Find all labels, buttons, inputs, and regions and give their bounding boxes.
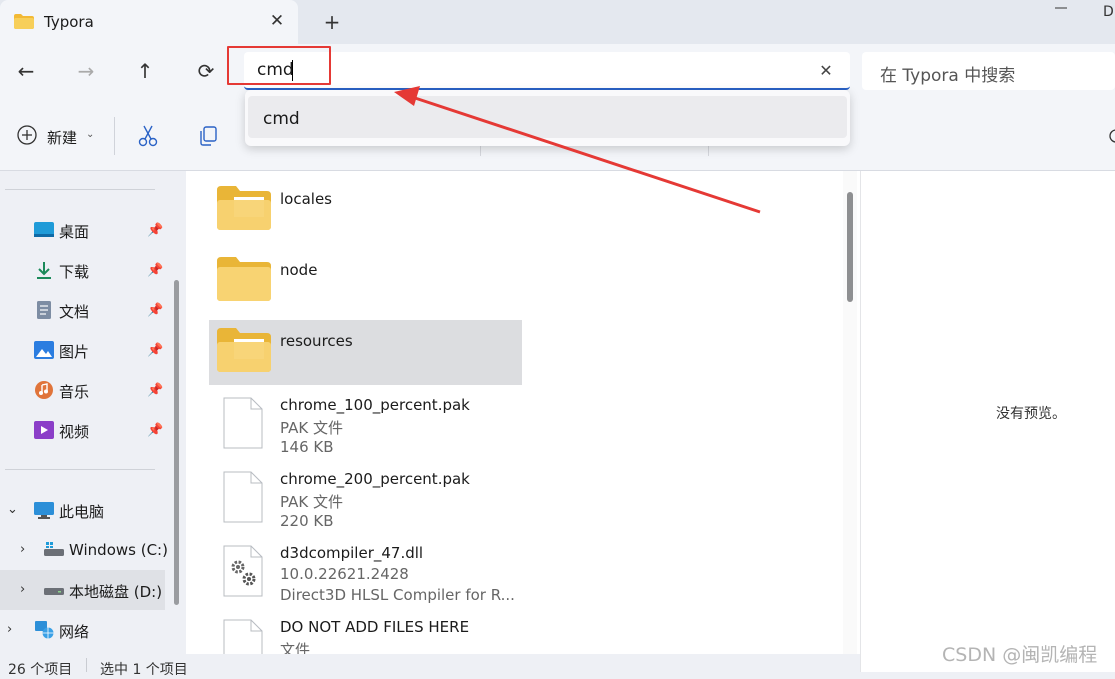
file-name[interactable]: d3dcompiler_47.dll — [280, 544, 423, 562]
watermark-text: CSDN @闽凯编程 — [942, 644, 1098, 666]
chevron-right-icon[interactable]: › — [7, 622, 12, 637]
sidebar-item-music[interactable]: 音乐 — [59, 381, 89, 402]
minimize-icon[interactable] — [1055, 0, 1095, 16]
new-button-label[interactable]: 新建 — [47, 127, 77, 148]
close-icon[interactable]: ✕ — [266, 10, 288, 32]
pin-icon[interactable]: 📌 — [147, 223, 163, 238]
file-name[interactable]: chrome_100_percent.pak — [280, 396, 470, 414]
file-description: Direct3D HLSL Compiler for R... — [280, 586, 515, 604]
file-type: PAK 文件 — [280, 493, 343, 511]
drive-c-icon — [44, 542, 64, 556]
back-arrow-icon[interactable]: ← — [8, 53, 44, 89]
annotation-highlight-box — [227, 46, 331, 85]
sidebar-item-this-pc[interactable]: 此电脑 — [59, 501, 104, 522]
file-name[interactable]: chrome_200_percent.pak — [280, 470, 470, 488]
folder-icon — [14, 14, 34, 29]
annotation-arrow — [394, 86, 761, 214]
sidebar-item-videos[interactable]: 视频 — [59, 421, 89, 442]
chevron-down-icon[interactable]: ⌄ — [7, 502, 18, 517]
chevron-right-icon[interactable]: › — [20, 582, 25, 597]
chevron-right-icon[interactable]: › — [20, 542, 25, 557]
window-control-label: D — [1103, 4, 1114, 20]
sidebar-divider — [5, 469, 155, 470]
file-size: 146 KB — [280, 438, 334, 456]
document-icon — [37, 301, 51, 319]
clear-icon[interactable]: ✕ — [816, 60, 836, 82]
settings-file-icon[interactable] — [223, 545, 263, 597]
sidebar-item-drive-c[interactable]: Windows (C:) — [69, 541, 168, 559]
file-size: 220 KB — [280, 512, 334, 530]
add-circle-icon[interactable] — [16, 124, 38, 146]
file-type: PAK 文件 — [280, 419, 343, 437]
picture-icon — [34, 341, 54, 359]
file-name[interactable]: node — [280, 261, 317, 279]
sidebar-divider — [5, 189, 155, 190]
file-name[interactable]: resources — [280, 332, 353, 350]
cut-icon[interactable] — [136, 124, 160, 148]
file-name[interactable]: locales — [280, 190, 332, 208]
plus-icon[interactable]: + — [320, 10, 344, 34]
suggestion-label[interactable]: cmd — [263, 109, 300, 129]
pin-icon[interactable]: 📌 — [147, 343, 163, 358]
toolbar-divider — [114, 117, 115, 155]
file-list-scrollbar[interactable] — [847, 192, 853, 302]
file-name[interactable]: DO NOT ADD FILES HERE — [280, 618, 469, 636]
sidebar-item-downloads[interactable]: 下载 — [59, 261, 89, 282]
sidebar-item-network[interactable]: 网络 — [59, 621, 89, 642]
file-icon[interactable] — [223, 471, 263, 523]
refresh-icon[interactable]: ⟳ — [188, 53, 224, 89]
sidebar-scrollbar[interactable] — [174, 280, 179, 605]
sidebar-item-pictures[interactable]: 图片 — [59, 341, 89, 362]
pin-icon[interactable]: 📌 — [147, 423, 163, 438]
desktop-icon — [34, 222, 54, 237]
drive-d-icon — [44, 588, 64, 595]
folder-with-files-icon[interactable] — [217, 328, 271, 372]
file-version: 10.0.22621.2428 — [280, 565, 409, 583]
sidebar-item-drive-d[interactable]: 本地磁盘 (D:) — [69, 581, 162, 602]
more-icon[interactable] — [1108, 126, 1115, 146]
preview-message: 没有预览。 — [996, 406, 1066, 422]
sidebar-item-desktop[interactable]: 桌面 — [59, 221, 89, 242]
pin-icon[interactable]: 📌 — [147, 303, 163, 318]
tab-title: Typora — [44, 13, 94, 31]
music-icon — [35, 381, 53, 399]
computer-icon — [34, 502, 54, 519]
up-arrow-icon[interactable]: ↑ — [127, 53, 163, 89]
sidebar-item-documents[interactable]: 文档 — [59, 301, 89, 322]
file-icon[interactable] — [223, 397, 263, 449]
pin-icon[interactable]: 📌 — [147, 263, 163, 278]
network-icon — [35, 621, 54, 639]
folder-icon[interactable] — [217, 257, 271, 301]
download-icon — [37, 262, 51, 279]
selected-count: 选中 1 个项目 — [100, 662, 188, 678]
folder-with-files-icon[interactable] — [217, 186, 271, 230]
pin-icon[interactable]: 📌 — [147, 383, 163, 398]
search-placeholder[interactable]: 在 Typora 中搜索 — [880, 61, 1015, 86]
preview-pane — [860, 171, 1115, 672]
copy-icon[interactable] — [196, 124, 220, 148]
status-divider — [86, 658, 87, 672]
video-icon — [34, 421, 54, 439]
forward-arrow-icon[interactable]: → — [68, 53, 104, 89]
chevron-down-icon[interactable]: ⌄ — [86, 129, 94, 140]
item-count: 26 个项目 — [8, 662, 73, 678]
